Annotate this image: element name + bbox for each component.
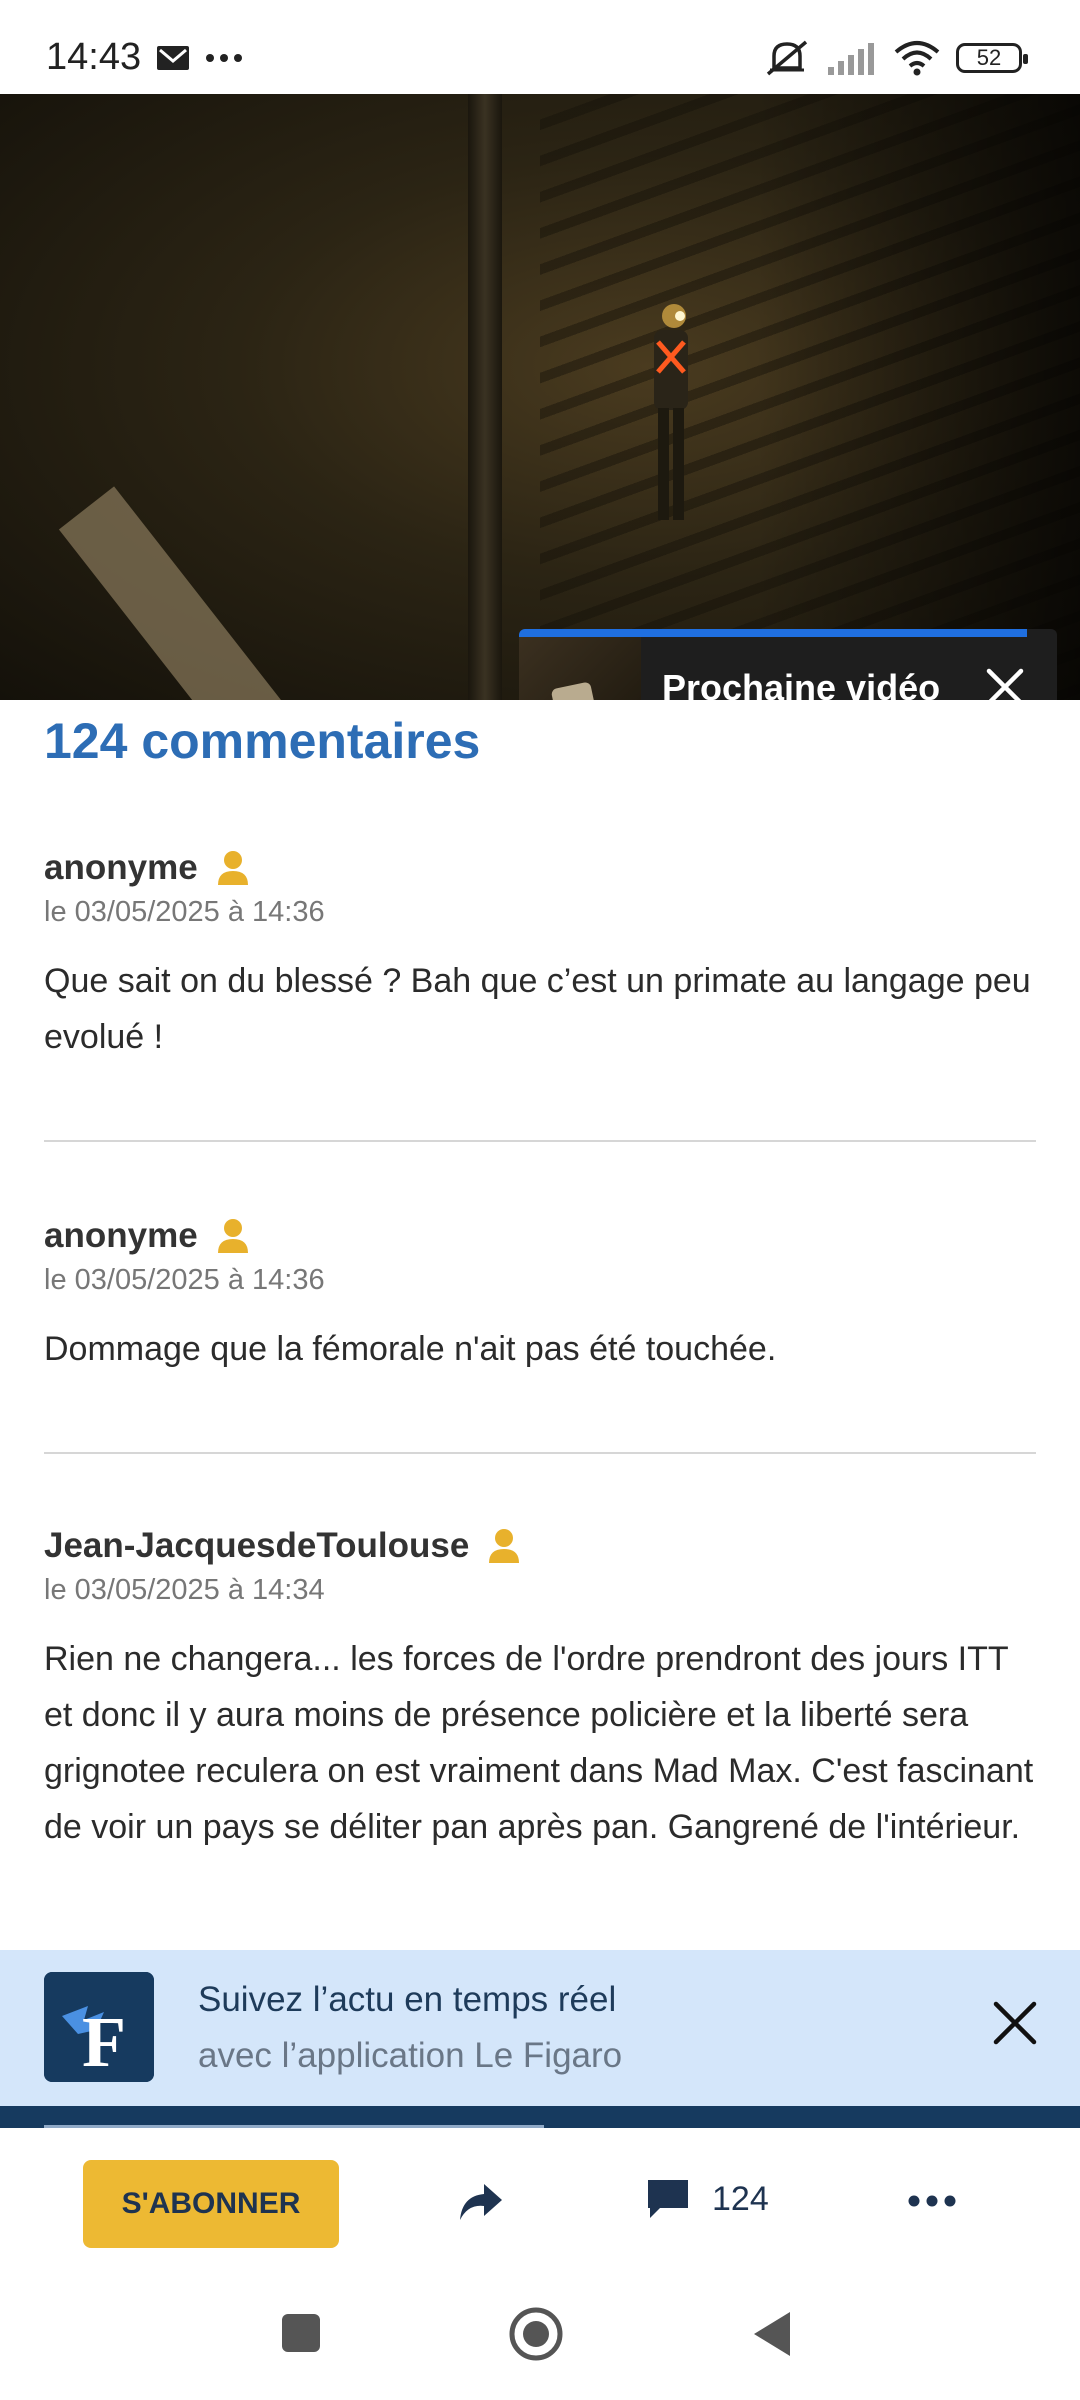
comment-author-line: anonyme	[44, 1216, 1036, 1256]
figaro-logo-letter: F	[82, 2002, 126, 2082]
status-icons: 52	[764, 38, 1028, 78]
comment-date: le 03/05/2025 à 14:34	[44, 1574, 325, 1606]
banner-title: Suivez l’actu en temps réel	[198, 1980, 617, 2019]
subscribe-button[interactable]: S'ABONNER	[83, 2160, 339, 2248]
signal-icon	[828, 43, 874, 75]
comment-item: Jean-JacquesdeToulouse le 03/05/2025 à 1…	[44, 1526, 1036, 1855]
battery-level: 52	[976, 45, 1002, 70]
more-options-icon[interactable]	[908, 2194, 956, 2208]
user-icon	[217, 1219, 248, 1253]
reading-progress-bar	[0, 2106, 1080, 2128]
next-video-label[interactable]: Prochaine vidéo	[662, 667, 940, 700]
comment-text: Dommage que la fémorale n'ait pas été to…	[44, 1330, 777, 1368]
comment-date: le 03/05/2025 à 14:36	[44, 896, 325, 928]
battery-icon: 52	[956, 43, 1028, 73]
share-icon[interactable]	[458, 2182, 504, 2222]
figaro-logo: F	[44, 1972, 154, 2082]
user-icon	[217, 851, 248, 885]
comment-author-line: anonyme	[44, 848, 1036, 888]
video-player[interactable]: Prochaine vidéo	[0, 94, 1080, 700]
app-promo-banner[interactable]: F Suivez l’actu en temps réel avec l’app…	[0, 1950, 1080, 2106]
comment-date: le 03/05/2025 à 14:36	[44, 1264, 325, 1296]
home-button[interactable]	[508, 2306, 564, 2362]
comment-item: anonyme le 03/05/2025 à 14:36 Dommage qu…	[44, 1216, 1036, 1454]
status-bar: 14:43 52	[0, 0, 1080, 94]
mail-icon	[157, 46, 189, 70]
comment-text: Que sait on du blessé ? Bah que c’est un…	[44, 962, 1031, 1056]
system-nav-bar	[0, 2280, 1080, 2400]
back-button[interactable]	[752, 2310, 792, 2358]
next-video-progress	[519, 629, 1027, 637]
comment-text: Rien ne changera... les forces de l'ordr…	[44, 1640, 1034, 1846]
user-icon	[489, 1529, 520, 1563]
comment-author[interactable]: anonyme	[44, 848, 198, 888]
bottom-toolbar: S'ABONNER 124	[0, 2128, 1080, 2280]
comment-author[interactable]: Jean-JacquesdeToulouse	[44, 1526, 469, 1566]
close-icon[interactable]	[983, 665, 1027, 700]
mute-icon	[766, 40, 808, 76]
next-video-panel[interactable]: Prochaine vidéo	[519, 629, 1057, 700]
next-video-thumbnail[interactable]	[519, 637, 641, 700]
banner-subtitle: avec l’application Le Figaro	[198, 2036, 623, 2075]
comment-author-line: Jean-JacquesdeToulouse	[44, 1526, 1036, 1566]
comments-section: 124 commentaires anonyme le 03/05/2025 à…	[44, 700, 1036, 1846]
video-vignette	[0, 94, 1080, 700]
status-time: 14:43	[46, 36, 142, 78]
wifi-icon	[894, 41, 940, 76]
comment-icon	[648, 2180, 688, 2218]
more-dots-icon	[206, 54, 242, 62]
comments-title: 124 commentaires	[44, 713, 481, 769]
comment-item: anonyme le 03/05/2025 à 14:36 Que sait o…	[44, 848, 1036, 1142]
close-icon[interactable]	[992, 2000, 1038, 2046]
recent-apps-button[interactable]	[282, 2314, 320, 2352]
comments-button[interactable]: 124	[646, 2178, 769, 2220]
comment-author[interactable]: anonyme	[44, 1216, 198, 1256]
comment-count: 124	[712, 2179, 769, 2218]
